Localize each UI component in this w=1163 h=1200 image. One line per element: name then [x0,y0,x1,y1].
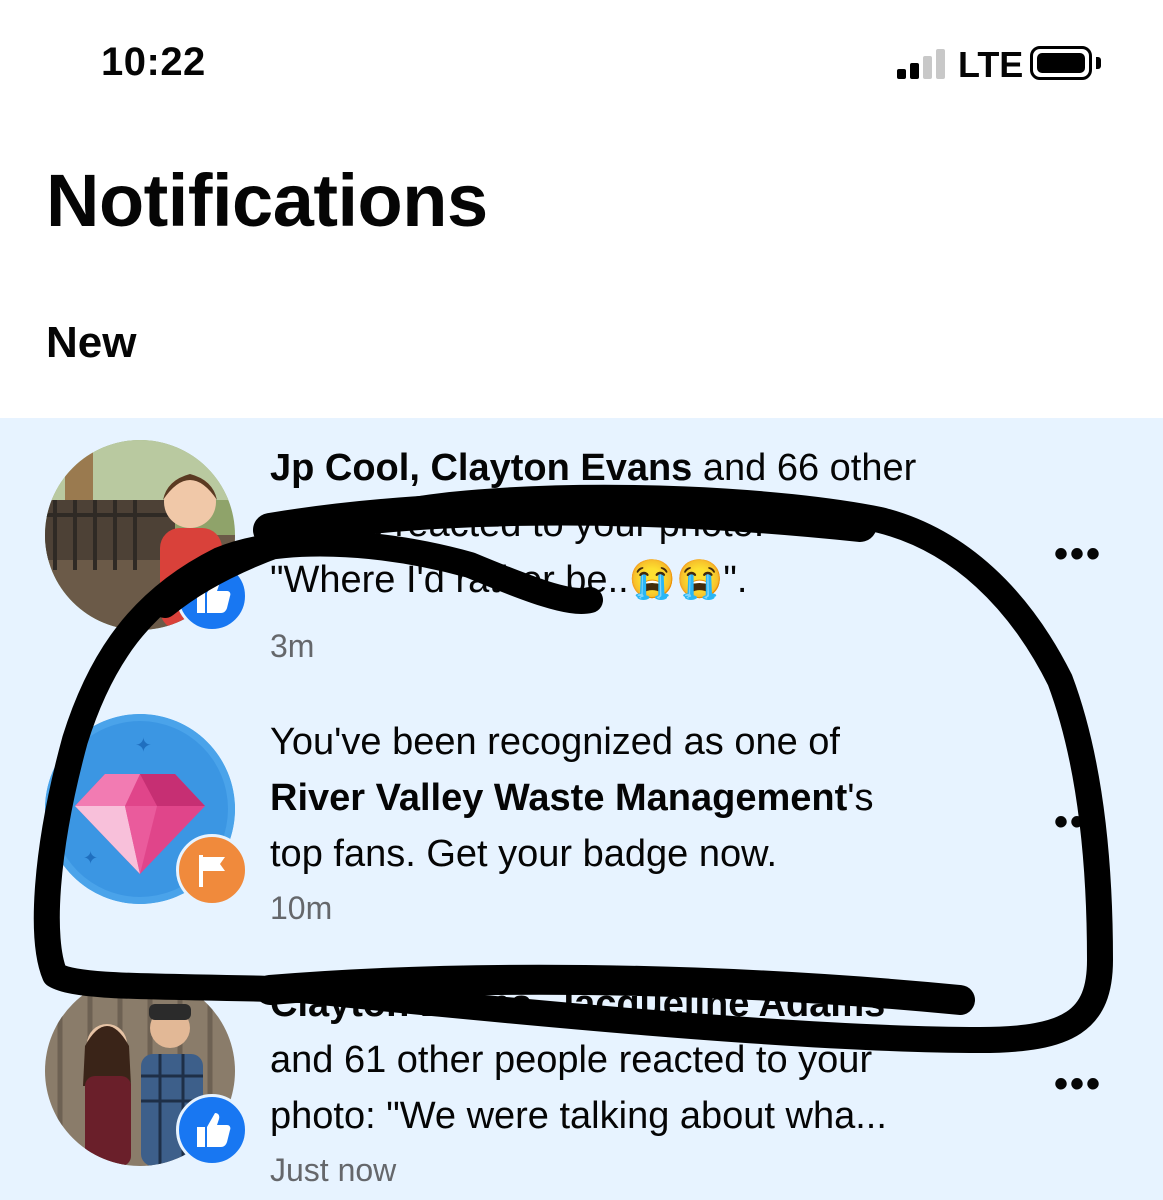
more-options-icon[interactable]: ••• [1054,1062,1102,1107]
status-time: 10:22 [101,40,206,84]
like-icon [176,1094,248,1166]
notification-text-line: photo: "We were talking about wha... [270,1095,887,1137]
notification-text-line: top fans. Get your badge now. [270,833,778,875]
like-icon [176,560,248,632]
flag-icon [176,834,248,906]
notification-time: 3m [270,628,315,664]
network-type: LTE [958,44,1024,85]
svg-text:✦: ✦ [135,733,152,757]
svg-text:✦: ✦ [83,848,98,869]
notification-text-line: and 61 other people reacted to your [270,1039,873,1081]
battery-icon [1030,46,1092,80]
page-title: Notifications [46,159,488,242]
notification-text-part: 's [847,777,874,819]
crying-emoji-icon: 😭😭 [628,559,724,601]
notification-text: You've been recognized as one of River V… [270,714,1030,882]
notification-text-line: "Where I'd rather be.. [270,559,629,601]
notification-text: Clayton Evans, Jacqueline Adams and 61 o… [270,976,1030,1144]
battery-cap [1096,57,1101,69]
notification-text-part: ". [723,559,748,601]
notification-text-line: You've been recognized as one of [270,721,840,763]
notification-time: 10m [270,890,333,926]
signal-strength-icon [897,47,947,79]
notification-time: Just now [270,1152,397,1188]
notification-actors: Clayton Evans, Jacqueline Adams [270,983,886,1025]
notification-text-part: and 66 other [692,447,917,489]
notification-text-line: people reacted to your photo: [270,503,765,545]
page-name: River Valley Waste Management [270,777,848,819]
more-options-icon[interactable]: ••• [1054,532,1102,577]
more-options-icon[interactable]: ••• [1054,800,1102,845]
section-title-new: New [46,318,137,367]
notification-actors: Jp Cool, Clayton Evans [270,447,693,489]
notification-text: Jp Cool, Clayton Evans and 66 other peop… [270,440,1030,608]
